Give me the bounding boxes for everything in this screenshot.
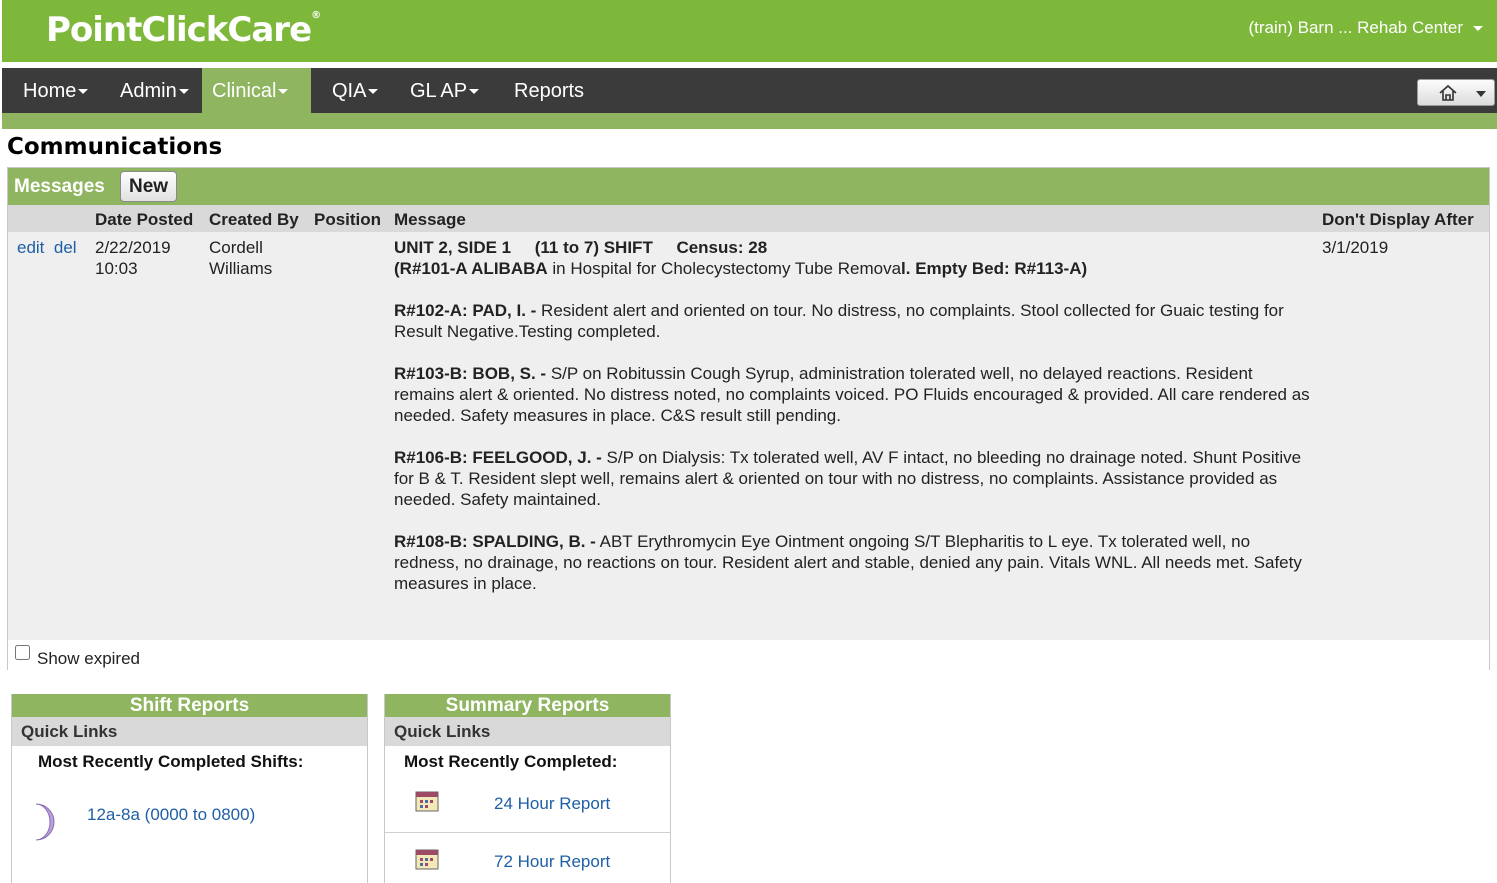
message-paragraph: R#106-B: FEELGOOD, J. - S/P on Dialysis:… xyxy=(394,448,1302,509)
nav-qia[interactable]: QIA xyxy=(322,68,388,113)
show-expired-row: Show expired xyxy=(8,640,1489,670)
logo: PointClickCare® xyxy=(46,10,321,50)
dont-display-after: 3/1/2019 xyxy=(1322,238,1389,257)
chevron-down-icon xyxy=(1476,91,1486,97)
delete-link[interactable]: del xyxy=(54,238,77,257)
calendar-icon xyxy=(415,791,439,812)
nav-home[interactable]: Home xyxy=(13,68,98,113)
messages-header: Messages New xyxy=(8,168,1489,205)
summary-reports-panel: Summary Reports Quick Links Most Recentl… xyxy=(384,694,671,883)
moon-icon xyxy=(35,803,55,841)
message-body: UNIT 2, SIDE 1 (11 to 7) SHIFT Census: 2… xyxy=(394,237,1314,615)
col-dont-display-after: Don't Display After xyxy=(1322,210,1474,229)
message-hospital-text: in Hospital for Cholecystectomy Tube Rem… xyxy=(547,259,902,278)
chevron-down-icon xyxy=(78,89,89,95)
home-dropdown-button[interactable] xyxy=(1417,79,1495,106)
col-message: Message xyxy=(394,210,466,229)
summary-quick-links: Quick Links xyxy=(385,717,670,746)
report-link-24-hour[interactable]: 24 Hour Report xyxy=(494,794,610,814)
nav-clinical[interactable]: Clinical xyxy=(202,68,311,113)
shift-recent-label: Most Recently Completed Shifts: xyxy=(38,752,304,771)
shift-reports-panel: Shift Reports Quick Links Most Recently … xyxy=(11,694,368,883)
facility-selector[interactable]: (train) Barn ... Rehab Center xyxy=(1249,18,1483,38)
date-posted-date: 2/22/2019 xyxy=(95,238,171,257)
calendar-icon xyxy=(415,849,439,870)
created-by-last: Williams xyxy=(209,259,273,278)
message-empty-bed: l. Empty Bed: R#113-A) xyxy=(901,259,1088,278)
nav-gl-ap[interactable]: GL AP xyxy=(400,68,489,113)
chevron-down-icon xyxy=(178,89,189,95)
report-link-72-hour[interactable]: 72 Hour Report xyxy=(494,852,610,872)
show-expired-label: Show expired xyxy=(37,649,141,668)
page-title: Communications xyxy=(7,134,223,160)
message-paragraph: R#102-A: PAD, I. - Resident alert and or… xyxy=(394,301,1284,341)
shift-reports-title: Shift Reports xyxy=(12,694,367,717)
divider xyxy=(385,832,670,833)
nav-underline xyxy=(2,113,1497,129)
message-paragraph: R#108-B: SPALDING, B. - ABT Erythromycin… xyxy=(394,532,1302,593)
table-row: edit del 2/22/2019 10:03 Cordell William… xyxy=(8,232,1489,640)
top-bar: PointClickCare® (train) Barn ... Rehab C… xyxy=(2,0,1497,62)
message-hospital-ref: (R#101-A ALIBABA xyxy=(394,259,548,278)
chevron-down-icon xyxy=(368,89,379,95)
created-by-first: Cordell xyxy=(209,238,263,257)
col-position: Position xyxy=(314,210,382,229)
date-posted: 2/22/2019 10:03 xyxy=(95,237,171,279)
chevron-down-icon xyxy=(1473,26,1483,32)
new-message-button[interactable]: New xyxy=(120,171,178,202)
shift-quick-links: Quick Links xyxy=(12,717,367,746)
summary-recent-label: Most Recently Completed: xyxy=(404,752,618,771)
messages-title: Messages xyxy=(14,176,105,197)
facility-name: (train) Barn ... Rehab Center xyxy=(1248,18,1463,37)
col-date-posted: Date Posted xyxy=(95,210,194,229)
message-paragraph: R#103-B: BOB, S. - S/P on Robitussin Cou… xyxy=(394,364,1310,425)
nav-reports[interactable]: Reports xyxy=(504,68,594,113)
date-posted-time: 10:03 xyxy=(95,259,138,278)
edit-link[interactable]: edit xyxy=(17,238,44,257)
shift-report-link[interactable]: 12a-8a (0000 to 0800) xyxy=(87,805,255,825)
message-header-line: UNIT 2, SIDE 1 (11 to 7) SHIFT Census: 2… xyxy=(394,238,768,257)
created-by: Cordell Williams xyxy=(209,237,272,279)
chevron-down-icon xyxy=(469,89,480,95)
show-expired-checkbox[interactable] xyxy=(15,645,30,660)
col-created-by: Created By xyxy=(209,210,299,229)
main-nav: Home Admin Clinical QIA GL AP Reports xyxy=(2,68,1497,113)
messages-panel: Messages New Date Posted Created By Posi… xyxy=(7,167,1490,670)
chevron-down-icon xyxy=(278,89,289,95)
summary-reports-title: Summary Reports xyxy=(385,694,670,717)
nav-admin[interactable]: Admin xyxy=(110,68,199,113)
home-icon xyxy=(1439,84,1457,101)
messages-column-header: Date Posted Created By Position Message … xyxy=(8,205,1489,232)
